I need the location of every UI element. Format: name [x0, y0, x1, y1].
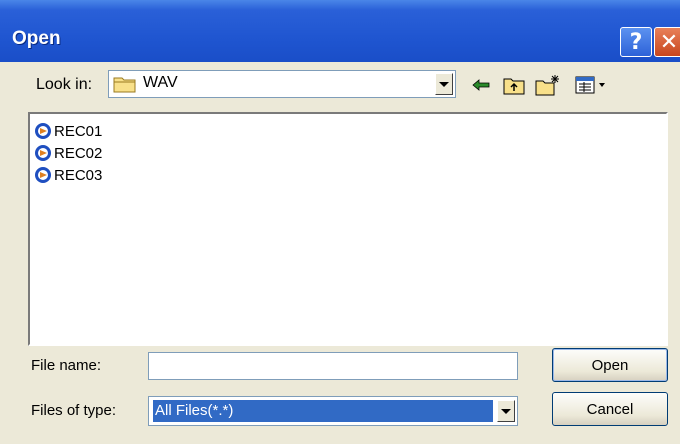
file-type-dropdown-button[interactable]	[497, 400, 515, 422]
dialog-title: Open	[12, 28, 61, 49]
title-bar[interactable]: Open ? ✕	[0, 0, 680, 62]
view-menu-icon	[575, 76, 605, 94]
help-button[interactable]: ?	[620, 27, 652, 57]
folder-icon	[113, 77, 136, 93]
file-type-combo[interactable]: All Files(*.*)	[148, 396, 518, 426]
cancel-button[interactable]: Cancel	[552, 392, 668, 426]
look-in-label: Look in:	[36, 76, 93, 93]
close-button[interactable]: ✕	[654, 27, 680, 57]
look-in-dropdown-button[interactable]	[435, 73, 453, 95]
open-dialog: Open ? ✕ Look in: WAV REC01 REC02 REC03 …	[0, 0, 680, 444]
file-name-input[interactable]	[148, 352, 518, 380]
look-in-value: WAV	[143, 74, 178, 91]
file-name: REC02	[54, 144, 103, 162]
up-folder-icon	[503, 78, 525, 95]
file-name: REC03	[54, 166, 103, 184]
audio-file-icon	[35, 123, 51, 139]
file-name: REC01	[54, 122, 103, 140]
chevron-down-icon	[501, 408, 511, 414]
open-button[interactable]: Open	[552, 348, 668, 382]
file-type-label: Files of type:	[31, 402, 117, 419]
list-item[interactable]: REC02	[34, 142, 102, 164]
view-menu-button[interactable]	[574, 74, 610, 96]
audio-file-icon	[35, 145, 51, 161]
chevron-down-icon	[439, 81, 449, 87]
list-item[interactable]: REC03	[34, 164, 102, 186]
audio-file-icon	[35, 167, 51, 183]
look-in-combo[interactable]: WAV	[108, 70, 456, 98]
file-type-value: All Files(*.*)	[153, 400, 493, 422]
up-folder-button[interactable]	[502, 74, 526, 96]
question-mark-icon: ?	[629, 29, 643, 55]
list-item[interactable]: REC01	[34, 120, 102, 142]
back-arrow-icon	[472, 79, 490, 91]
file-name-label: File name:	[31, 357, 102, 374]
new-folder-icon	[535, 75, 559, 96]
close-x-icon: ✕	[659, 29, 679, 55]
back-button[interactable]	[470, 74, 492, 96]
new-folder-button[interactable]	[534, 74, 562, 96]
file-list[interactable]: REC01 REC02 REC03	[28, 112, 668, 346]
